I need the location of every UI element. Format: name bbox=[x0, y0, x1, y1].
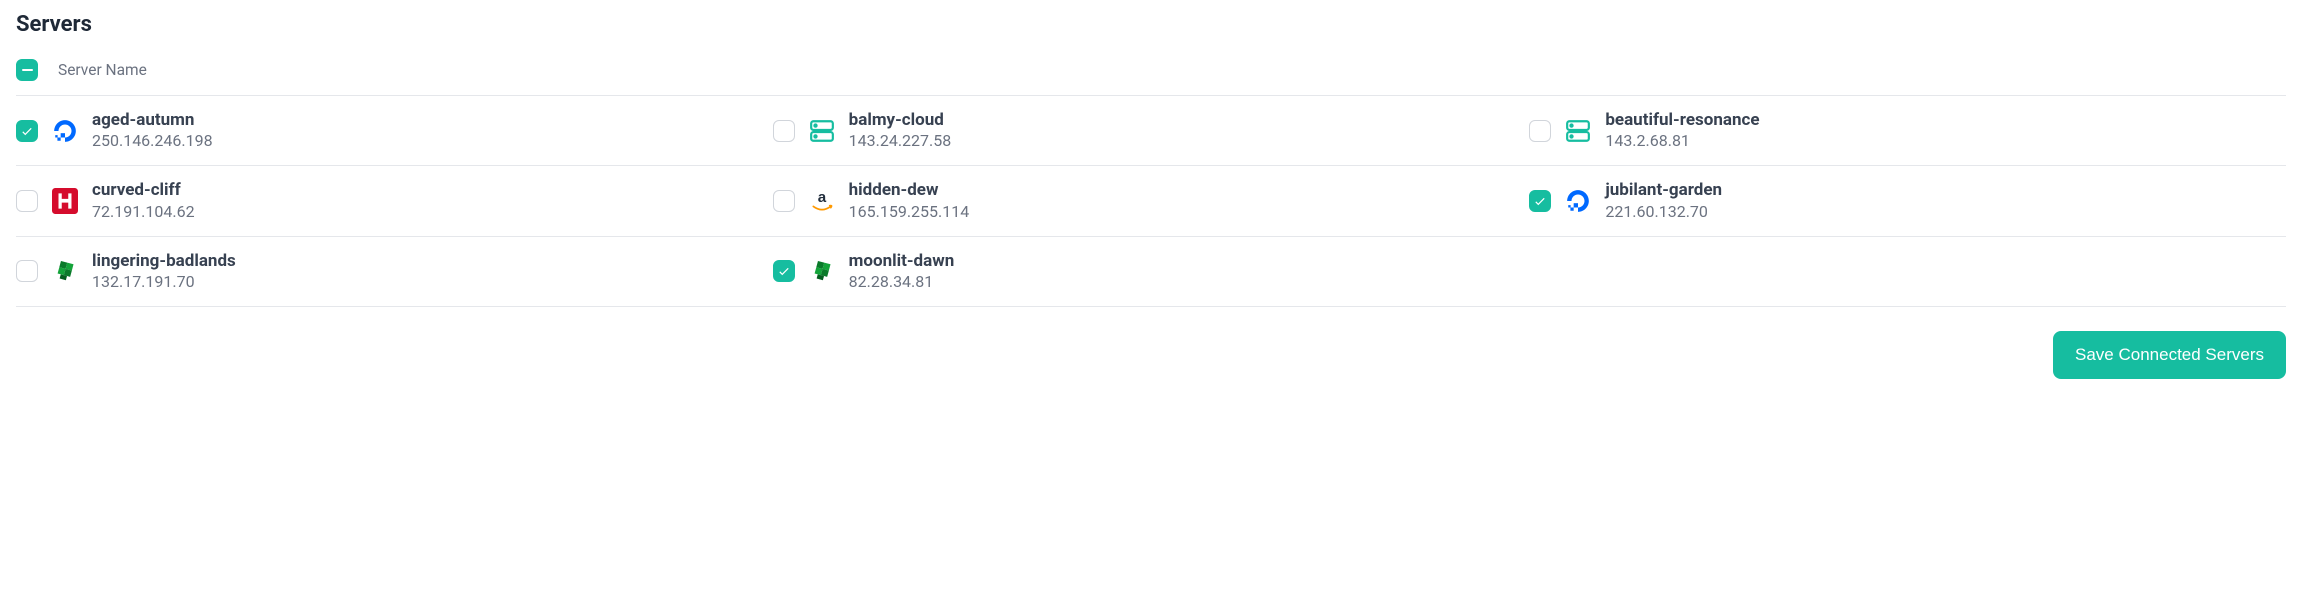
server-checkbox[interactable] bbox=[773, 190, 795, 212]
server-name: balmy-cloud bbox=[849, 110, 952, 131]
server-ip: 143.24.227.58 bbox=[849, 131, 952, 151]
hetzner-icon bbox=[52, 188, 78, 214]
server-checkbox[interactable] bbox=[1529, 120, 1551, 142]
server-cell: jubilant-garden221.60.132.70 bbox=[1529, 166, 2286, 236]
server-ip: 221.60.132.70 bbox=[1605, 202, 1722, 222]
server-cell: aged-autumn250.146.246.198 bbox=[16, 96, 773, 166]
table-header: Server Name bbox=[16, 59, 2286, 96]
save-connected-servers-button[interactable]: Save Connected Servers bbox=[2053, 331, 2286, 379]
server-checkbox[interactable] bbox=[16, 120, 38, 142]
server-name: beautiful-resonance bbox=[1605, 110, 1759, 131]
server-cell: moonlit-dawn82.28.34.81 bbox=[773, 237, 1530, 307]
server-info: aged-autumn250.146.246.198 bbox=[92, 110, 213, 151]
server-info: lingering-badlands132.17.191.70 bbox=[92, 251, 236, 292]
server-ip: 165.159.255.114 bbox=[849, 202, 970, 222]
server-ip: 72.191.104.62 bbox=[92, 202, 195, 222]
server-cell: beautiful-resonance143.2.68.81 bbox=[1529, 96, 2286, 166]
server-checkbox[interactable] bbox=[16, 260, 38, 282]
server-ip: 82.28.34.81 bbox=[849, 272, 955, 292]
server-cell: curved-cliff72.191.104.62 bbox=[16, 166, 773, 236]
server-name: moonlit-dawn bbox=[849, 251, 955, 272]
page-title: Servers bbox=[16, 12, 2286, 37]
server-name: aged-autumn bbox=[92, 110, 213, 131]
server-info: beautiful-resonance143.2.68.81 bbox=[1605, 110, 1759, 151]
server-ip: 143.2.68.81 bbox=[1605, 131, 1759, 151]
select-all-checkbox[interactable] bbox=[16, 59, 38, 81]
server-info: hidden-dew165.159.255.114 bbox=[849, 180, 970, 221]
server-name: hidden-dew bbox=[849, 180, 970, 201]
server-cell: lingering-badlands132.17.191.70 bbox=[16, 237, 773, 307]
server-name: jubilant-garden bbox=[1605, 180, 1722, 201]
server-checkbox[interactable] bbox=[16, 190, 38, 212]
server-info: jubilant-garden221.60.132.70 bbox=[1605, 180, 1722, 221]
custom-provider-icon bbox=[52, 258, 78, 284]
column-header-name: Server Name bbox=[58, 61, 147, 79]
server-cell: balmy-cloud143.24.227.58 bbox=[773, 96, 1530, 166]
aws-icon: a bbox=[809, 188, 835, 214]
server-checkbox[interactable] bbox=[1529, 190, 1551, 212]
server-checkbox[interactable] bbox=[773, 260, 795, 282]
server-icon bbox=[1565, 118, 1591, 144]
svg-text:a: a bbox=[817, 189, 826, 206]
custom-provider-icon bbox=[809, 258, 835, 284]
digitalocean-icon bbox=[1565, 188, 1591, 214]
server-cell: a hidden-dew165.159.255.114 bbox=[773, 166, 1530, 236]
digitalocean-icon bbox=[52, 118, 78, 144]
server-checkbox[interactable] bbox=[773, 120, 795, 142]
server-info: balmy-cloud143.24.227.58 bbox=[849, 110, 952, 151]
server-info: moonlit-dawn82.28.34.81 bbox=[849, 251, 955, 292]
server-info: curved-cliff72.191.104.62 bbox=[92, 180, 195, 221]
server-name: lingering-badlands bbox=[92, 251, 236, 272]
server-ip: 250.146.246.198 bbox=[92, 131, 213, 151]
server-icon bbox=[809, 118, 835, 144]
server-name: curved-cliff bbox=[92, 180, 195, 201]
server-ip: 132.17.191.70 bbox=[92, 272, 236, 292]
